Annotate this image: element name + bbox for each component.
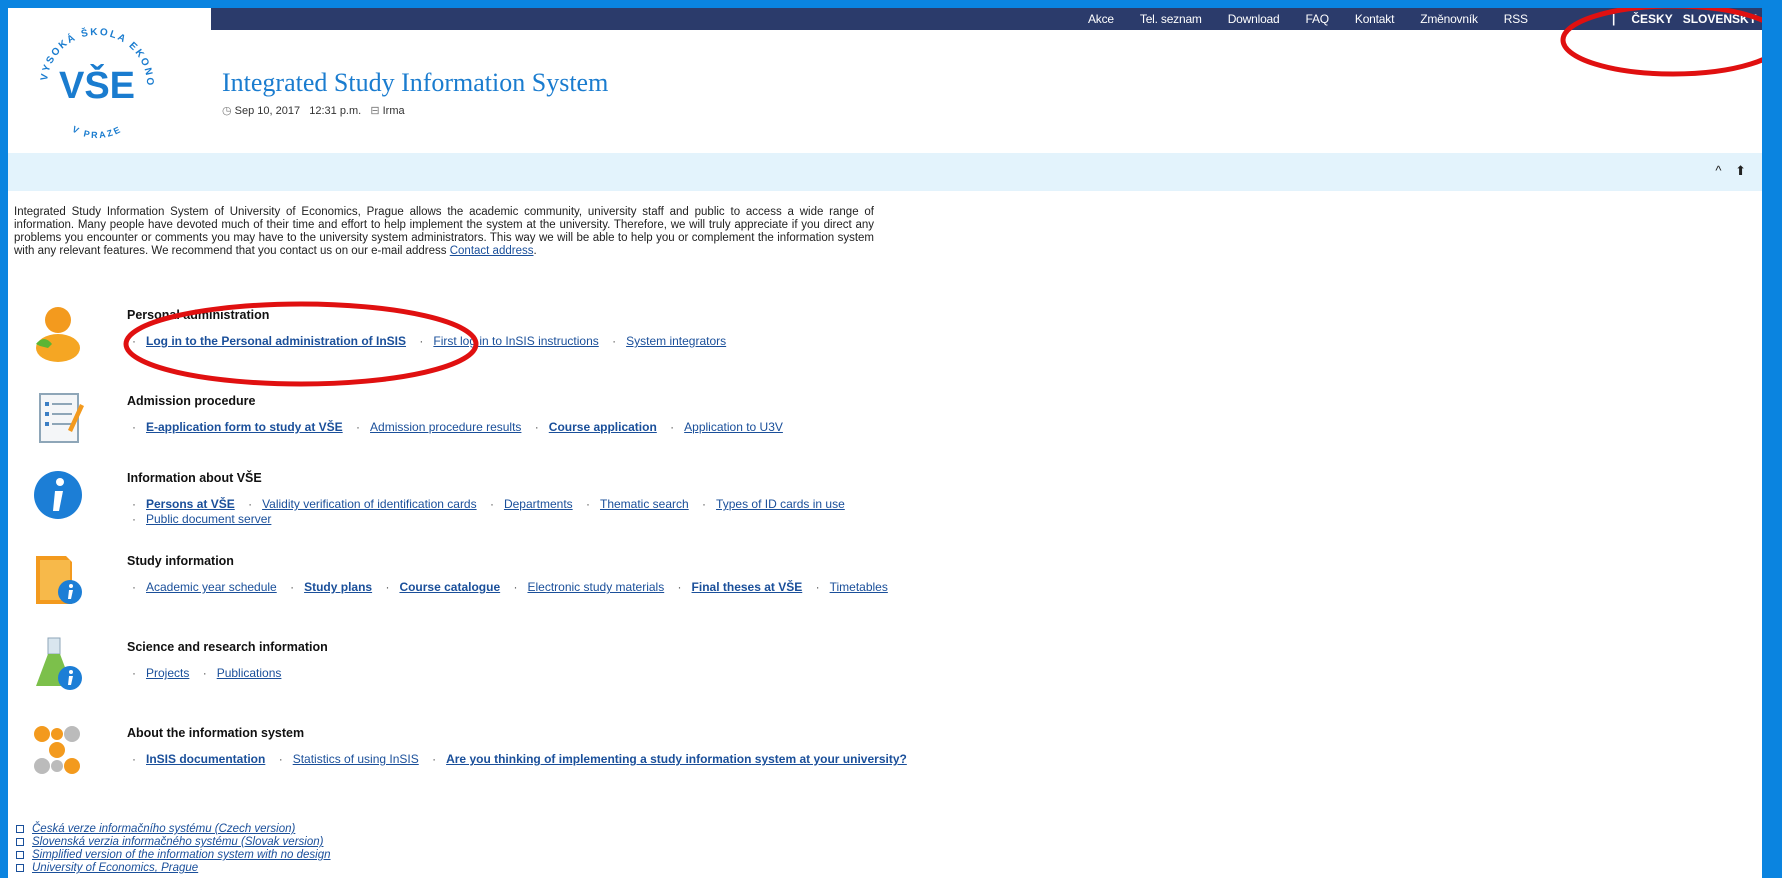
user-icon: ⊟: [370, 105, 380, 117]
svg-text:V PRAZE: V PRAZE: [71, 124, 124, 140]
time-text: 12:31 p.m.: [309, 105, 362, 117]
collapse-icon[interactable]: ^: [1715, 163, 1721, 178]
section-title: Admission procedure: [127, 394, 256, 408]
section-links: · Persons at VŠE · Validity verification o…: [132, 497, 845, 526]
nav-kontakt[interactable]: Kontakt: [1355, 12, 1394, 26]
date-text: Sep 10, 2017: [234, 105, 301, 117]
top-nav: Akce Tel. seznam Download FAQ Kontakt Zm…: [1088, 8, 1554, 30]
section-title: Information about VŠE: [127, 471, 262, 485]
lang-separator: |: [1612, 12, 1616, 26]
link-university[interactable]: University of Economics, Prague: [32, 862, 198, 874]
section-links: · Projects · Publications: [132, 666, 282, 680]
annotation-overlay: [123, 8, 1762, 387]
toolbar-strip: ^ ⬆: [8, 153, 1762, 191]
intro-end: .: [533, 245, 537, 257]
link-course-application[interactable]: Course application: [549, 420, 657, 434]
link-departments[interactable]: Departments: [504, 497, 573, 511]
section-links: · Log in to the Personal administration o…: [132, 334, 727, 348]
link-study-plans[interactable]: Study plans: [304, 580, 372, 594]
section-title: Personal administration: [127, 308, 270, 322]
section-links: · E-application form to study at VŠE · Adm…: [132, 420, 783, 434]
link-final-theses[interactable]: Final theses at VŠE: [692, 580, 803, 594]
session-meta: ◷ Sep 10, 2017 12:31 p.m. ⊟ Irma: [222, 104, 405, 117]
home-icon[interactable]: ⬆: [1735, 163, 1746, 178]
section-links: · Academic year schedule · Study plans · Co…: [132, 580, 888, 594]
bullet-square-icon: [16, 863, 24, 872]
link-simplified-version[interactable]: Simplified version of the information sy…: [32, 849, 331, 861]
link-czech-version[interactable]: Česká verze informačního systému (Czech …: [32, 823, 295, 835]
link-validity-verification[interactable]: Validity verification of identification …: [262, 497, 477, 511]
bullet-square-icon: [16, 824, 24, 833]
link-implementing-system[interactable]: Are you thinking of implementing a study…: [446, 752, 907, 766]
link-first-login-instructions[interactable]: First log in to InSIS instructions: [433, 334, 598, 348]
logo-mark: VŠE: [59, 62, 135, 107]
link-statistics-insis[interactable]: Statistics of using InSIS: [293, 752, 419, 766]
logo-text-bottom: V PRAZE: [71, 124, 122, 140]
form-icon: [39, 393, 84, 443]
link-system-integrators[interactable]: System integrators: [626, 334, 726, 348]
bullet-square-icon: [16, 850, 24, 859]
lang-czech[interactable]: ČESKY: [1631, 12, 1672, 26]
link-public-document-server[interactable]: Public document server: [146, 512, 271, 526]
nav-rss[interactable]: RSS: [1504, 12, 1528, 26]
nav-zmenovnik[interactable]: Změnovník: [1420, 12, 1478, 26]
link-projects[interactable]: Projects: [146, 666, 189, 680]
user-name: Irma: [382, 105, 405, 117]
intro-body: Integrated Study Information System of U…: [14, 206, 874, 257]
link-persons-at-vse[interactable]: Persons at VŠE: [146, 497, 235, 511]
link-admission-results[interactable]: Admission procedure results: [370, 420, 521, 434]
footer-links: Česká verze informačního systému (Czech …: [16, 823, 331, 875]
folder-info-icon: [36, 556, 82, 604]
link-timetables[interactable]: Timetables: [830, 580, 888, 594]
section-title: Study information: [127, 554, 234, 568]
language-switcher: | ČESKY SLOVENSKY: [1612, 8, 1762, 30]
link-slovak-version[interactable]: Slovenská verzia informačného systému (S…: [32, 836, 323, 848]
page-title: Integrated Study Information System: [222, 68, 609, 97]
section-title: About the information system: [127, 726, 305, 740]
bullet-square-icon: [16, 837, 24, 846]
network-icon: [34, 726, 80, 774]
link-course-catalogue[interactable]: Course catalogue: [399, 580, 500, 594]
nav-tel-seznam[interactable]: Tel. seznam: [1140, 12, 1202, 26]
nav-akce[interactable]: Akce: [1088, 12, 1114, 26]
vse-logo[interactable]: VYSOKÁ ŠKOLA EKONOMICKÁ V PRAZE VŠE: [22, 10, 172, 145]
page-frame: Akce Tel. seznam Download FAQ Kontakt Zm…: [8, 8, 1762, 878]
section-links: · InSIS documentation · Statistics of usin…: [132, 752, 907, 766]
clock-icon: ◷: [222, 105, 232, 117]
contact-address-link[interactable]: Contact address: [450, 245, 534, 257]
intro-text: Integrated Study Information System of U…: [14, 206, 874, 258]
link-academic-year-schedule[interactable]: Academic year schedule: [146, 580, 277, 594]
flask-icon: [36, 637, 82, 690]
link-insis-documentation[interactable]: InSIS documentation: [146, 752, 265, 766]
link-login-personal-admin[interactable]: Log in to the Personal administration of…: [146, 334, 406, 348]
person-icon: [36, 307, 80, 362]
link-publications[interactable]: Publications: [217, 666, 282, 680]
section-title: Science and research information: [127, 640, 328, 654]
link-e-application[interactable]: E-application form to study at VŠE: [146, 420, 343, 434]
lang-slovak[interactable]: SLOVENSKY: [1683, 12, 1757, 26]
link-types-of-id-cards[interactable]: Types of ID cards in use: [716, 497, 845, 511]
nav-faq[interactable]: FAQ: [1306, 12, 1330, 26]
link-electronic-study-materials[interactable]: Electronic study materials: [527, 580, 664, 594]
info-icon: [34, 471, 82, 519]
link-application-u3v[interactable]: Application to U3V: [684, 420, 783, 434]
link-thematic-search[interactable]: Thematic search: [600, 497, 689, 511]
nav-download[interactable]: Download: [1228, 12, 1280, 26]
